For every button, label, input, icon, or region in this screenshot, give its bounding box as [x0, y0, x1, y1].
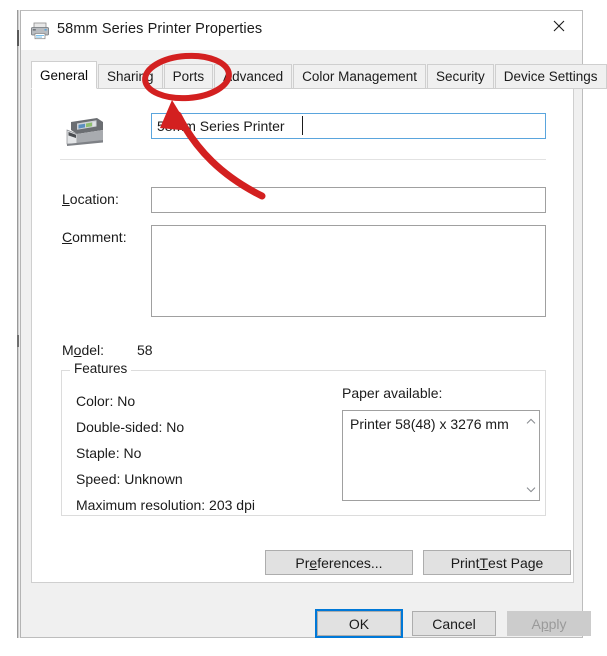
scrollbar[interactable] — [521, 411, 539, 500]
tab-strip: General Sharing Ports Advanced Color Man… — [31, 61, 607, 89]
print-test-page-button[interactable]: Print Test Page — [423, 550, 571, 575]
ok-button[interactable]: OK — [315, 609, 403, 638]
feature-double-sided: Double-sided: No — [76, 419, 185, 435]
list-item[interactable]: Printer 58(48) x 3276 mm — [350, 416, 509, 432]
section-divider — [60, 159, 546, 160]
print-test-label-pre: Print — [450, 554, 480, 571]
preferences-label-mnemonic: e — [309, 554, 318, 571]
comment-label-text: omment: — [72, 229, 127, 245]
tab-color-management-label: Color Management — [302, 69, 417, 84]
screen: 58mm Series Printer Properties General S… — [0, 0, 607, 656]
printer-name-input[interactable] — [151, 113, 546, 139]
feature-speed: Speed: Unknown — [76, 471, 183, 487]
tab-general[interactable]: General — [31, 61, 98, 89]
comment-label-mnemonic: C — [62, 229, 73, 245]
background-window-edge-mark-2 — [17, 335, 19, 347]
tab-security[interactable]: Security — [426, 64, 494, 89]
model-value: 58 — [137, 342, 153, 358]
tab-ports-label: Ports — [172, 69, 205, 84]
apply-label-mnemonic: p — [540, 615, 549, 632]
tab-general-label: General — [40, 67, 89, 83]
preferences-label-pre: Pr — [295, 554, 310, 571]
preferences-button[interactable]: Pr e ferences... — [265, 550, 413, 575]
model-label-pre: M — [62, 342, 74, 358]
ok-button-label: OK — [348, 615, 370, 632]
print-test-label-mnemonic: T — [479, 554, 489, 571]
chevron-up-icon[interactable] — [522, 413, 539, 430]
preferences-label-post: ferences... — [317, 554, 383, 571]
tab-sharing[interactable]: Sharing — [98, 64, 163, 89]
general-tab-panel: Location: Comment: Model: 58 Features Co… — [31, 88, 574, 583]
comment-label: Comment: — [62, 229, 127, 245]
tab-security-label: Security — [435, 69, 485, 84]
paper-available-list[interactable]: Printer 58(48) x 3276 mm — [342, 410, 540, 501]
model-label-post: del: — [81, 342, 105, 358]
model-label: Model: — [62, 342, 104, 358]
printer-icon — [30, 22, 50, 40]
printer-properties-dialog: 58mm Series Printer Properties General S… — [20, 10, 607, 638]
cancel-button[interactable]: Cancel — [412, 611, 496, 636]
location-label-text: ocation: — [69, 191, 119, 207]
feature-max-resolution: Maximum resolution: 203 dpi — [76, 497, 255, 513]
location-label-mnemonic: L — [62, 191, 70, 207]
cancel-button-label: Cancel — [432, 615, 476, 632]
tab-color-management[interactable]: Color Management — [293, 64, 426, 89]
tab-advanced-label: Advanced — [223, 69, 284, 84]
background-window-edge-mark — [17, 30, 19, 46]
feature-staple: Staple: No — [76, 445, 142, 461]
apply-label-post: ply — [548, 615, 567, 632]
chevron-down-icon[interactable] — [522, 481, 539, 498]
title-bar[interactable]: 58mm Series Printer Properties — [21, 11, 582, 50]
window-title: 58mm Series Printer Properties — [57, 21, 263, 37]
close-icon[interactable] — [536, 11, 582, 41]
comment-input[interactable] — [151, 225, 546, 317]
tab-ports[interactable]: Ports — [163, 64, 214, 89]
print-test-label-post: est Page — [488, 554, 544, 571]
tab-advanced[interactable]: Advanced — [214, 64, 293, 89]
feature-color: Color: No — [76, 393, 136, 409]
paper-available-label: Paper available: — [342, 385, 443, 401]
apply-label-pre: A — [531, 615, 541, 632]
tab-device-settings[interactable]: Device Settings — [494, 64, 607, 89]
text-caret — [302, 116, 303, 135]
printer-device-icon — [62, 111, 106, 149]
apply-button: Ap ply — [507, 611, 591, 636]
location-label: Location: — [62, 191, 119, 207]
tab-sharing-label: Sharing — [107, 69, 154, 84]
tab-device-settings-label: Device Settings — [503, 69, 598, 84]
features-group-title: Features — [70, 361, 132, 376]
location-input[interactable] — [151, 187, 546, 213]
